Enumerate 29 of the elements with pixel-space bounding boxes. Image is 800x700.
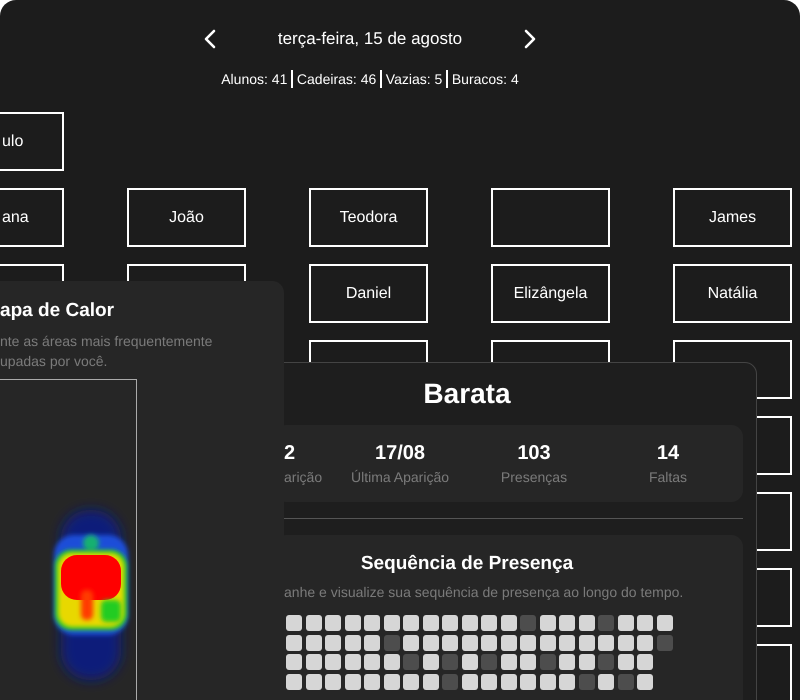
count-text: Alunos: 41 bbox=[220, 71, 288, 87]
seat[interactable]: ana bbox=[0, 188, 64, 247]
seat[interactable]: Daniel bbox=[309, 264, 428, 323]
stat-label: Presenças bbox=[500, 469, 568, 485]
chevron-right-icon bbox=[524, 29, 536, 49]
seat[interactable]: Natália bbox=[673, 264, 792, 323]
count-text: Buracos: 4 bbox=[450, 71, 520, 87]
heatmap-title: apa de Calor bbox=[0, 300, 116, 322]
stat-value: 17/08 bbox=[374, 442, 426, 465]
seat[interactable]: ulo bbox=[0, 112, 64, 171]
seat[interactable]: João bbox=[127, 188, 246, 247]
streak-subtitle: anhe e visualize sua sequência de presença ao longo do tempo. bbox=[284, 584, 684, 600]
count-text: Vazias: 5 bbox=[384, 71, 444, 87]
stat-value: 2 bbox=[284, 442, 296, 465]
chevron-left-icon bbox=[204, 29, 216, 49]
date-title: terça-feira, 15 de agosto bbox=[276, 29, 464, 49]
stat-label: Última Aparição bbox=[350, 469, 450, 485]
heatmap-description: nte as áreas mais frequentemente upadas por você. bbox=[0, 332, 214, 371]
stat-label: arição bbox=[284, 469, 322, 485]
count-text: Cadeiras: 46 bbox=[296, 71, 378, 87]
empty-seat[interactable] bbox=[491, 188, 610, 247]
streak-title: Sequência de Presença bbox=[360, 552, 574, 575]
seat[interactable]: James bbox=[673, 188, 792, 247]
stat-value: 14 bbox=[656, 442, 680, 465]
seat[interactable]: Elizângela bbox=[491, 264, 610, 323]
stat-value: 103 bbox=[517, 442, 551, 465]
stat-label: Faltas bbox=[648, 469, 688, 485]
seat[interactable]: Teodora bbox=[309, 188, 428, 247]
student-name: Barata bbox=[422, 378, 512, 410]
